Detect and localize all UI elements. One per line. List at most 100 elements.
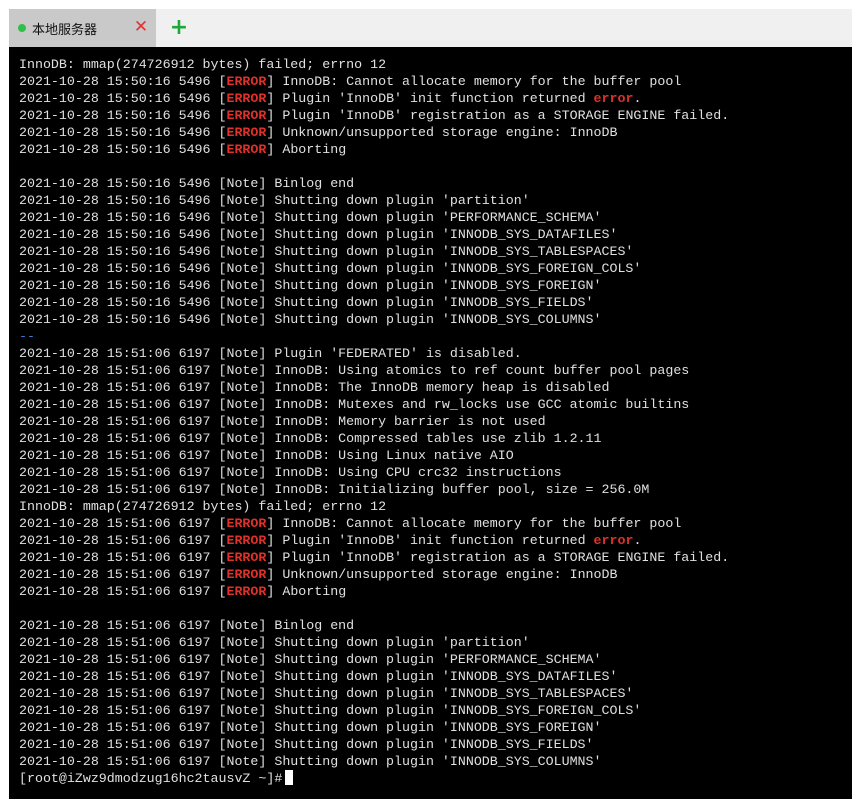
terminal-line: 2021-10-28 15:50:16 5496 [Note] Shutting… xyxy=(19,260,729,277)
terminal-line: 2021-10-28 15:51:06 6197 [Note] Shutting… xyxy=(19,668,729,685)
terminal-line: 2021-10-28 15:51:06 6197 [Note] InnoDB: … xyxy=(19,379,729,396)
line-text: 2021-10-28 15:50:16 5496 [Note] Shutting… xyxy=(19,312,602,327)
error-tag: ERROR xyxy=(226,567,267,582)
line-text: 2021-10-28 15:51:06 6197 [Note] InnoDB: … xyxy=(19,380,610,395)
terminal-line: 2021-10-28 15:51:06 6197 [Note] Shutting… xyxy=(19,753,729,770)
terminal-line: InnoDB: mmap(274726912 bytes) failed; er… xyxy=(19,56,729,73)
line-text: ] Plugin 'InnoDB' init function returned xyxy=(266,533,594,548)
tab-local-server[interactable]: 本地服务器 ✕ xyxy=(9,9,156,47)
connection-status-dot xyxy=(18,24,26,32)
error-tag: ERROR xyxy=(226,125,267,140)
line-text: 2021-10-28 15:51:06 6197 [Note] Shutting… xyxy=(19,669,618,684)
line-text: 2021-10-28 15:51:06 6197 [Note] InnoDB: … xyxy=(19,397,690,412)
line-text: 2021-10-28 15:50:16 5496 [ xyxy=(19,125,227,140)
terminal-output[interactable]: InnoDB: mmap(274726912 bytes) failed; er… xyxy=(9,47,852,799)
line-text: 2021-10-28 15:50:16 5496 [ xyxy=(19,108,227,123)
terminal-line: 2021-10-28 15:51:06 6197 [ERROR] Unknown… xyxy=(19,566,729,583)
line-text: InnoDB: mmap(274726912 bytes) failed; er… xyxy=(19,57,387,72)
line-text: 2021-10-28 15:51:06 6197 [Note] Shutting… xyxy=(19,754,602,769)
line-text: 2021-10-28 15:51:06 6197 [ xyxy=(19,533,227,548)
terminal-line: 2021-10-28 15:50:16 5496 [ERROR] Plugin … xyxy=(19,107,729,124)
line-text: ] Plugin 'InnoDB' init function returned xyxy=(266,91,594,106)
terminal-line: 2021-10-28 15:51:06 6197 [Note] InnoDB: … xyxy=(19,464,729,481)
error-tag: ERROR xyxy=(226,516,267,531)
shell-prompt: [root@iZwz9dmodzug16hc2tausvZ ~]# xyxy=(19,771,283,786)
terminal-line: 2021-10-28 15:50:16 5496 [Note] Shutting… xyxy=(19,277,729,294)
line-text: 2021-10-28 15:50:16 5496 [Note] Shutting… xyxy=(19,193,530,208)
tab-label: 本地服务器 xyxy=(32,22,98,38)
line-text: 2021-10-28 15:50:16 5496 [Note] Shutting… xyxy=(19,227,618,242)
terminal-line: 2021-10-28 15:51:06 6197 [Note] Binlog e… xyxy=(19,617,729,634)
terminal-line: 2021-10-28 15:51:06 6197 [Note] Shutting… xyxy=(19,719,729,736)
terminal-line: 2021-10-28 15:50:16 5496 [Note] Shutting… xyxy=(19,209,729,226)
terminal-line: 2021-10-28 15:50:16 5496 [ERROR] InnoDB:… xyxy=(19,73,729,90)
tab-bar: 本地服务器 ✕ + xyxy=(9,9,852,47)
line-text: ] Plugin 'InnoDB' registration as a STOR… xyxy=(266,550,730,565)
line-text: 2021-10-28 15:50:16 5496 [Note] Shutting… xyxy=(19,261,642,276)
error-tag: error xyxy=(593,533,634,548)
line-text: 2021-10-28 15:51:06 6197 [Note] Shutting… xyxy=(19,652,602,667)
terminal-line: 2021-10-28 15:50:16 5496 [Note] Shutting… xyxy=(19,192,729,209)
line-text: 2021-10-28 15:51:06 6197 [Note] InnoDB: … xyxy=(19,431,602,446)
terminal-line: 2021-10-28 15:51:06 6197 [Note] Shutting… xyxy=(19,634,729,651)
terminal-line: 2021-10-28 15:51:06 6197 [Note] Plugin '… xyxy=(19,345,729,362)
line-text: 2021-10-28 15:51:06 6197 [ xyxy=(19,550,227,565)
line-text: 2021-10-28 15:50:16 5496 [Note] Shutting… xyxy=(19,295,594,310)
terminal-line: 2021-10-28 15:51:06 6197 [Note] Shutting… xyxy=(19,651,729,668)
line-text: 2021-10-28 15:51:06 6197 [Note] InnoDB: … xyxy=(19,482,650,497)
error-tag: ERROR xyxy=(226,550,267,565)
terminal-line: 2021-10-28 15:50:16 5496 [Note] Shutting… xyxy=(19,243,729,260)
terminal-line: 2021-10-28 15:51:06 6197 [ERROR] InnoDB:… xyxy=(19,515,729,532)
error-tag: ERROR xyxy=(226,584,267,599)
terminal-line: 2021-10-28 15:51:06 6197 [Note] InnoDB: … xyxy=(19,396,729,413)
terminal-line: 2021-10-28 15:51:06 6197 [ERROR] Abortin… xyxy=(19,583,729,600)
terminal-line: -- xyxy=(19,328,729,345)
line-text: 2021-10-28 15:50:16 5496 [ xyxy=(19,142,227,157)
add-tab-icon[interactable]: + xyxy=(170,17,188,39)
line-text: 2021-10-28 15:50:16 5496 [Note] Shutting… xyxy=(19,278,602,293)
terminal-line: 2021-10-28 15:50:16 5496 [Note] Shutting… xyxy=(19,294,729,311)
line-text: 2021-10-28 15:51:06 6197 [Note] InnoDB: … xyxy=(19,414,546,429)
line-text: . xyxy=(633,91,642,106)
terminal-lines: InnoDB: mmap(274726912 bytes) failed; er… xyxy=(19,56,729,787)
line-text: 2021-10-28 15:51:06 6197 [Note] Shutting… xyxy=(19,686,634,701)
error-tag: ERROR xyxy=(226,108,267,123)
text-cursor xyxy=(285,770,294,785)
terminal-line: 2021-10-28 15:51:06 6197 [ERROR] Plugin … xyxy=(19,549,729,566)
line-text: ] InnoDB: Cannot allocate memory for the… xyxy=(266,516,682,531)
line-text: 2021-10-28 15:51:06 6197 [Note] InnoDB: … xyxy=(19,465,562,480)
line-text: 2021-10-28 15:51:06 6197 [Note] Shutting… xyxy=(19,720,602,735)
line-text: . xyxy=(633,533,642,548)
error-tag: ERROR xyxy=(226,142,267,157)
close-icon[interactable]: ✕ xyxy=(133,17,149,37)
line-text: 2021-10-28 15:50:16 5496 [Note] Binlog e… xyxy=(19,176,355,191)
line-text: 2021-10-28 15:51:06 6197 [Note] Shutting… xyxy=(19,703,642,718)
prompt-line[interactable]: [root@iZwz9dmodzug16hc2tausvZ ~]# xyxy=(19,770,729,787)
line-text: 2021-10-28 15:50:16 5496 [ xyxy=(19,74,227,89)
line-text: 2021-10-28 15:51:06 6197 [Note] Shutting… xyxy=(19,737,594,752)
line-text: 2021-10-28 15:50:16 5496 [ xyxy=(19,91,227,106)
terminal-line: 2021-10-28 15:51:06 6197 [Note] InnoDB: … xyxy=(19,481,729,498)
line-text: 2021-10-28 15:50:16 5496 [Note] Shutting… xyxy=(19,244,634,259)
line-text: 2021-10-28 15:51:06 6197 [Note] Shutting… xyxy=(19,635,530,650)
terminal-line: 2021-10-28 15:51:06 6197 [Note] InnoDB: … xyxy=(19,413,729,430)
terminal-line: 2021-10-28 15:50:16 5496 [Note] Shutting… xyxy=(19,311,729,328)
terminal-line: 2021-10-28 15:51:06 6197 [ERROR] Plugin … xyxy=(19,532,729,549)
line-text: ] Aborting xyxy=(266,142,347,157)
line-text: ] Aborting xyxy=(266,584,347,599)
terminal-line: 2021-10-28 15:51:06 6197 [Note] Shutting… xyxy=(19,685,729,702)
terminal-line: 2021-10-28 15:50:16 5496 [ERROR] Plugin … xyxy=(19,90,729,107)
line-text: 2021-10-28 15:51:06 6197 [Note] Plugin '… xyxy=(19,346,522,361)
line-text: 2021-10-28 15:51:06 6197 [ xyxy=(19,516,227,531)
line-text: InnoDB: mmap(274726912 bytes) failed; er… xyxy=(19,499,387,514)
error-tag: ERROR xyxy=(226,91,267,106)
line-text: 2021-10-28 15:51:06 6197 [Note] InnoDB: … xyxy=(19,448,514,463)
line-text: 2021-10-28 15:51:06 6197 [ xyxy=(19,584,227,599)
line-text: 2021-10-28 15:50:16 5496 [Note] Shutting… xyxy=(19,210,602,225)
line-text: 2021-10-28 15:51:06 6197 [ xyxy=(19,567,227,582)
terminal-line: 2021-10-28 15:51:06 6197 [Note] Shutting… xyxy=(19,702,729,719)
terminal-line: 2021-10-28 15:51:06 6197 [Note] InnoDB: … xyxy=(19,430,729,447)
terminal-line: 2021-10-28 15:50:16 5496 [ERROR] Unknown… xyxy=(19,124,729,141)
